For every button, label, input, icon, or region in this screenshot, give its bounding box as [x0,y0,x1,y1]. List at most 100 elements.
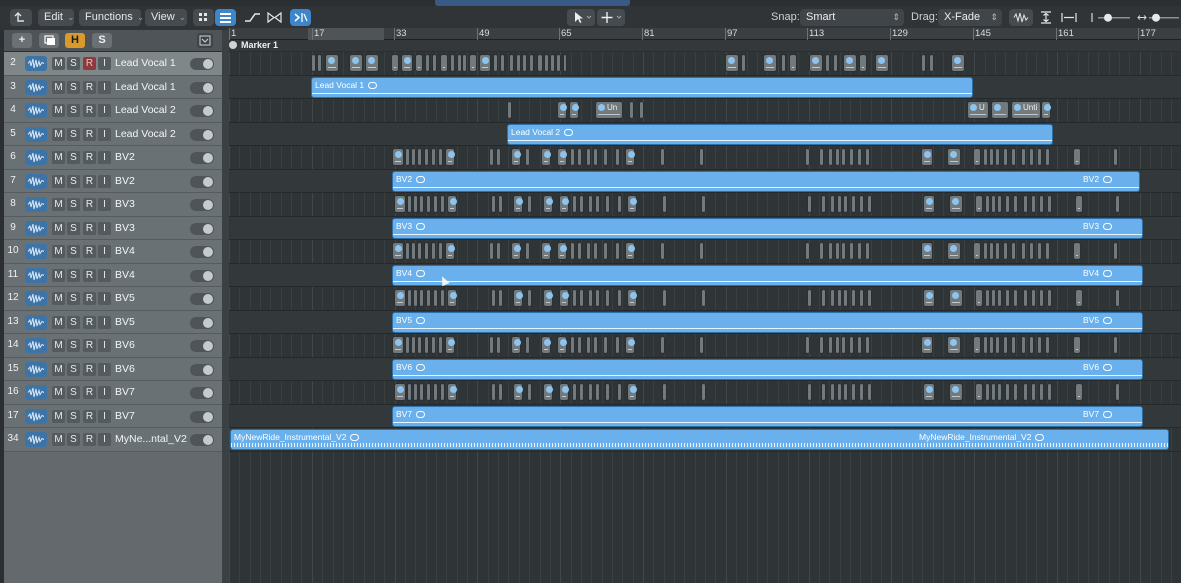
track-name[interactable]: BV5 [115,292,135,304]
take-clip[interactable] [991,195,996,213]
take-clip[interactable] [544,54,549,72]
take-clip[interactable] [627,383,637,401]
take-clip[interactable] [511,336,521,354]
track-name[interactable]: BV6 [115,363,135,375]
take-clip[interactable] [1021,336,1026,354]
take-clip[interactable] [985,195,990,213]
take-clip[interactable] [985,289,990,307]
input-monitor-button[interactable]: I [98,104,111,117]
track-header[interactable]: 16 M S R I BV7 [4,381,222,405]
take-clip[interactable] [1011,242,1016,260]
take-clip[interactable] [843,383,848,401]
track-header[interactable]: 2 M S R I Lead Vocal 1 [4,52,222,76]
take-clip[interactable] [1023,195,1028,213]
take-clip[interactable] [557,336,567,354]
track-on-off-toggle[interactable] [190,340,214,352]
track-name[interactable]: Lead Vocal 2 [115,104,176,116]
take-clip[interactable] [1047,195,1052,213]
track-header[interactable]: 17 M S R I BV7 [4,404,222,428]
take-clip[interactable] [983,336,988,354]
input-monitor-button[interactable]: I [98,268,111,282]
take-clip[interactable] [543,195,553,213]
take-clip[interactable] [407,289,412,307]
take-clip[interactable] [625,148,635,166]
take-clip[interactable] [805,336,810,354]
mute-button[interactable]: M [52,151,65,164]
track-name[interactable]: Lead Vocal 1 [115,57,176,69]
take-clip[interactable] [837,383,842,401]
take-clip[interactable] [593,148,598,166]
audio-region[interactable]: BV6 BV6 [392,358,1143,380]
take-clip[interactable] [325,54,339,72]
track-on-off-toggle[interactable] [190,246,214,258]
take-clip[interactable] [593,242,598,260]
duplicate-track-button[interactable] [39,33,59,48]
record-enable-button[interactable]: R [83,268,96,282]
take-clip[interactable] [1029,242,1034,260]
take-clip[interactable] [923,289,935,307]
track-on-off-toggle[interactable] [190,410,214,423]
take-clip[interactable] [462,54,467,72]
take-clip[interactable] [588,289,593,307]
take-clip[interactable] [1075,289,1083,307]
take-clip[interactable] [1075,195,1083,213]
take-clip[interactable] [951,54,965,72]
take-clip[interactable] [995,336,1000,354]
take-clip[interactable] [841,242,846,260]
take-clip[interactable] [426,195,431,213]
record-enable-button[interactable]: R [83,198,96,211]
take-clip[interactable] [1013,195,1018,213]
take-clip[interactable] [973,148,981,166]
take-clip[interactable] [527,289,532,307]
take-clip[interactable] [1037,336,1042,354]
take-clip[interactable] [821,383,826,401]
take-clip[interactable] [588,383,593,401]
automation-button[interactable] [242,9,263,26]
take-clip[interactable] [617,195,622,213]
take-clip[interactable] [843,195,848,213]
take-clip[interactable] [851,289,856,307]
take-clip[interactable] [563,54,567,72]
take-clip[interactable] [983,148,988,166]
solo-button[interactable]: S [67,292,80,305]
take-clip[interactable] [498,289,503,307]
take-clip[interactable] [615,148,620,166]
take-clip[interactable] [511,242,521,260]
solo-button[interactable]: S [67,80,80,94]
take-clip[interactable] [807,383,812,401]
take-clip[interactable] [413,383,418,401]
track-name[interactable]: MyNe...ntal_V2 [115,433,187,445]
vertical-zoom-button[interactable] [1036,9,1056,26]
take-clip[interactable] [949,383,963,401]
flex-button[interactable] [264,9,285,26]
take-clip[interactable] [579,383,584,401]
bar-ruler[interactable]: 1 17 33 49 65 81 97 113 129 145 161 177 [229,28,1181,40]
take-clip[interactable] [365,54,379,72]
take-clip[interactable] [865,148,870,166]
take-clip[interactable] [1115,383,1120,401]
take-clip[interactable] [440,383,445,401]
take-clip[interactable] [541,148,551,166]
take-clip[interactable] [828,242,833,260]
take-clip[interactable] [841,336,846,354]
take-clip[interactable] [349,54,363,72]
take-clip[interactable] [1075,383,1083,401]
record-enable-button[interactable]: R [83,315,96,329]
take-clip[interactable] [837,289,842,307]
take-clip[interactable] [1039,289,1044,307]
take-clip[interactable] [605,289,610,307]
solo-button[interactable]: S [67,57,80,70]
take-clip[interactable] [413,195,418,213]
take-clip[interactable] [1005,195,1010,213]
solo-button[interactable]: S [67,174,80,188]
take-clip[interactable] [557,242,567,260]
mute-button[interactable]: M [52,80,65,94]
take-clip[interactable] [1003,242,1008,260]
drag-select[interactable]: X-Fade ⇕ [938,9,1002,26]
take-clip[interactable] [424,336,429,354]
record-enable-button[interactable]: R [83,409,96,423]
take-clip[interactable] [405,148,410,166]
mute-button[interactable]: M [52,198,65,211]
track-name[interactable]: Lead Vocal 1 [115,81,176,93]
take-clip[interactable] [511,148,521,166]
